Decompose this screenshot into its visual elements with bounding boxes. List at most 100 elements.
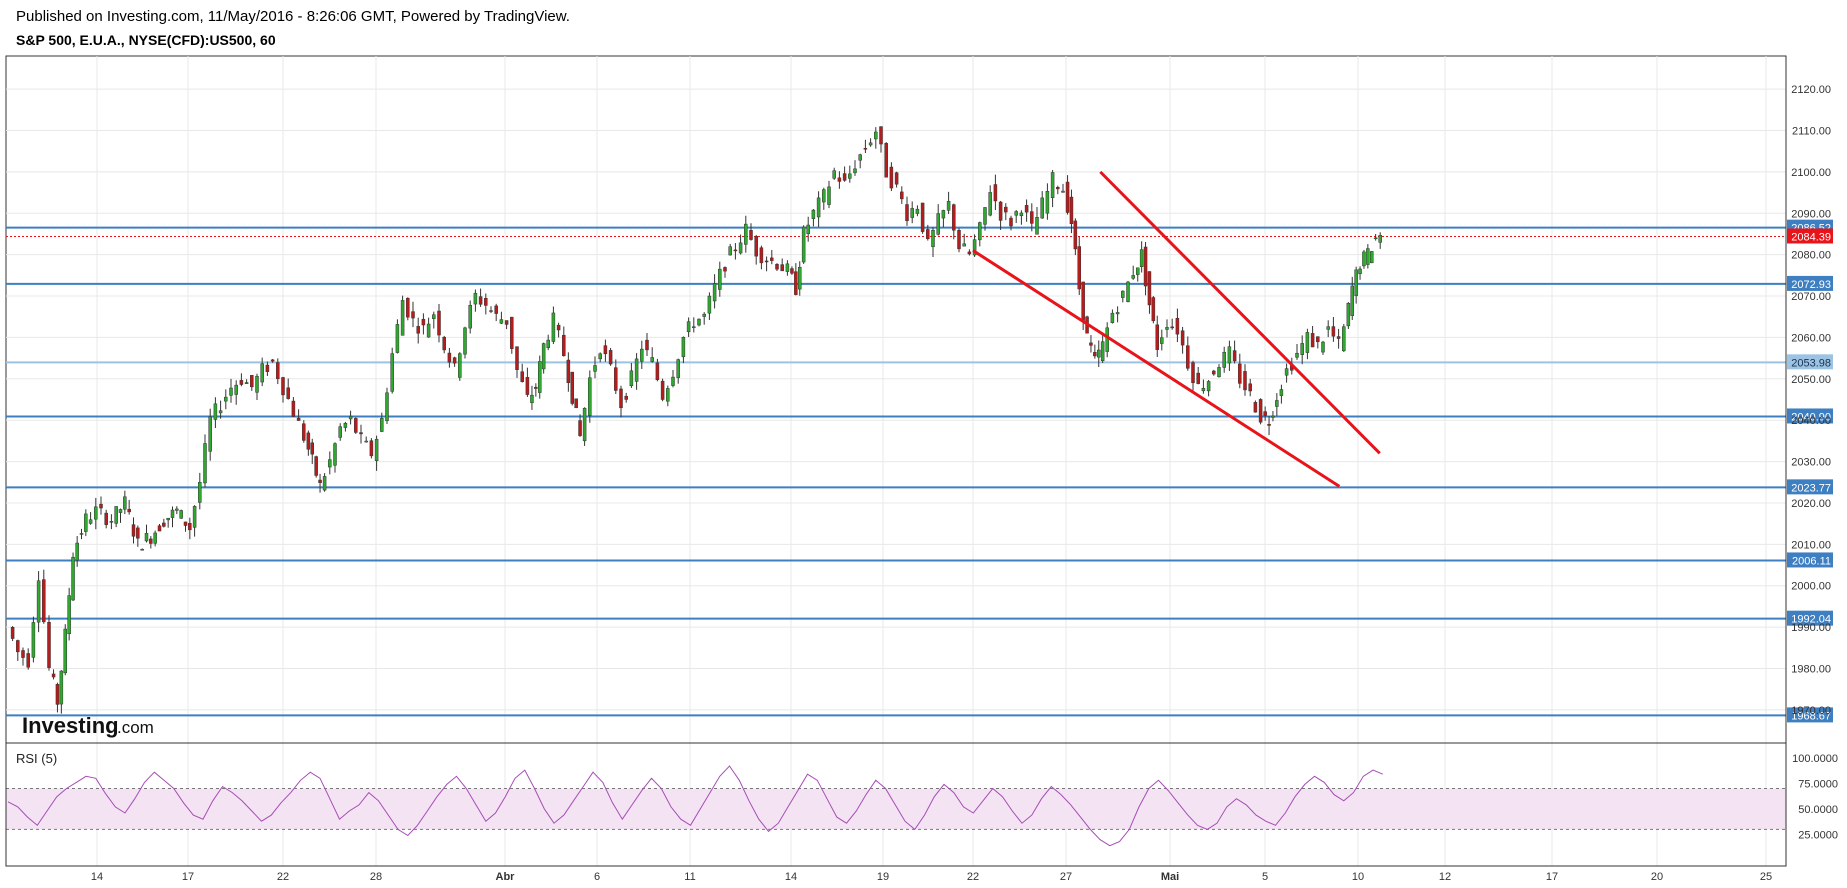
- candle-body: [1160, 337, 1164, 344]
- time-tick-label: 28: [370, 871, 382, 883]
- candle-body: [109, 521, 114, 523]
- candle-body: [79, 533, 84, 535]
- candle-body: [380, 418, 384, 432]
- candle-body: [281, 377, 285, 396]
- rsi-tick-label: 50.0000: [1798, 804, 1838, 816]
- candle-body: [645, 339, 649, 351]
- candle-body: [489, 310, 493, 312]
- candle-body: [894, 172, 899, 185]
- candle-body: [1331, 326, 1336, 337]
- candle-body: [582, 407, 587, 442]
- candle-body: [837, 177, 842, 182]
- candle-body: [224, 396, 228, 402]
- candle-body: [114, 506, 118, 524]
- candle-body: [697, 318, 701, 326]
- candle-body: [1201, 387, 1206, 392]
- level-label: 2006.11: [1792, 555, 1831, 567]
- candle-body: [395, 324, 400, 353]
- candle-body: [754, 236, 758, 257]
- rsi-label: RSI (5): [16, 751, 57, 766]
- price-tick-label: 2060.00: [1791, 332, 1831, 344]
- candle-body: [234, 384, 238, 395]
- candle-body: [1009, 217, 1013, 227]
- candle-body: [655, 362, 660, 381]
- candle-body: [1326, 326, 1330, 330]
- candle-body: [603, 345, 608, 355]
- candle-body: [244, 382, 249, 385]
- candle-body: [920, 202, 925, 232]
- candle-body: [118, 509, 123, 513]
- candle-body: [822, 189, 826, 203]
- candle-body: [36, 580, 41, 623]
- price-panel: [5, 55, 1787, 744]
- candle-body: [291, 400, 296, 417]
- candle-body: [1143, 246, 1148, 287]
- candle-body: [10, 627, 15, 639]
- candle-body: [1097, 349, 1101, 358]
- candle-body: [504, 320, 509, 325]
- candle-body: [905, 204, 909, 222]
- candle-body: [801, 226, 806, 263]
- price-chart[interactable]: 2086.522072.932053.982040.902023.772006.…: [0, 0, 1847, 888]
- candle-body: [442, 336, 446, 351]
- candle-body: [1238, 363, 1242, 384]
- candle-body: [1316, 336, 1320, 343]
- candle-body: [1350, 285, 1354, 316]
- candle-body: [629, 370, 634, 387]
- candle-body: [534, 386, 538, 389]
- candle-body: [1069, 196, 1074, 224]
- candle-body: [1358, 268, 1362, 275]
- candle-body: [660, 380, 665, 400]
- candle-body: [1077, 246, 1081, 290]
- candle-body: [302, 423, 306, 441]
- candle-body: [806, 224, 810, 235]
- candle-body: [1321, 341, 1325, 353]
- price-tick-label: 2100.00: [1791, 167, 1831, 179]
- candle-body: [183, 521, 188, 526]
- candle-body: [816, 197, 821, 218]
- candle-body: [47, 621, 51, 668]
- candle-body: [1030, 211, 1034, 224]
- candle-body: [1191, 362, 1195, 384]
- candle-body: [640, 348, 644, 362]
- candle-body: [84, 513, 88, 532]
- candle-body: [51, 673, 56, 678]
- price-tick-label: 2030.00: [1791, 457, 1831, 469]
- candle-body: [1081, 281, 1085, 321]
- candle-body: [88, 519, 93, 524]
- time-axis[interactable]: 14 17 22 28 Abr 6 11 14 19 22 27 Mai 5 10 12 17 20 25: [91, 871, 1772, 883]
- candle-body: [728, 246, 732, 256]
- candle-body: [452, 357, 457, 364]
- candle-body: [983, 207, 987, 225]
- candle-body: [364, 440, 368, 443]
- candle-body: [574, 398, 578, 409]
- candle-body: [1243, 371, 1247, 391]
- price-tick-label: 2050.00: [1791, 374, 1831, 386]
- candle-body: [348, 415, 353, 420]
- time-tick-label: 22: [277, 871, 289, 883]
- candle-body: [26, 653, 30, 668]
- candle-body: [255, 375, 259, 393]
- candle-body: [712, 283, 717, 302]
- time-tick-label: 17: [182, 871, 194, 883]
- candle-body: [179, 510, 183, 519]
- price-tick-label: 2070.00: [1791, 291, 1831, 303]
- candle-body: [473, 292, 478, 305]
- candle-body: [67, 595, 71, 634]
- candle-body: [71, 556, 75, 601]
- candle-body: [478, 296, 483, 305]
- svg-text:Investing: Investing: [22, 713, 119, 738]
- candle-body: [1232, 350, 1237, 362]
- candle-body: [385, 392, 389, 422]
- candle-body: [416, 326, 420, 334]
- price-axis[interactable]: 1970.00 1980.00 1990.00 2000.00 2010.00 2020.…: [1791, 84, 1831, 717]
- candle-body: [276, 362, 280, 380]
- candle-body: [900, 191, 904, 200]
- candle-body: [614, 367, 618, 391]
- candle-body: [1035, 216, 1039, 235]
- candle-body: [608, 350, 613, 365]
- candle-body: [400, 300, 405, 336]
- candle-body: [1170, 326, 1174, 329]
- candle-body: [21, 650, 25, 658]
- candle-body: [296, 417, 301, 421]
